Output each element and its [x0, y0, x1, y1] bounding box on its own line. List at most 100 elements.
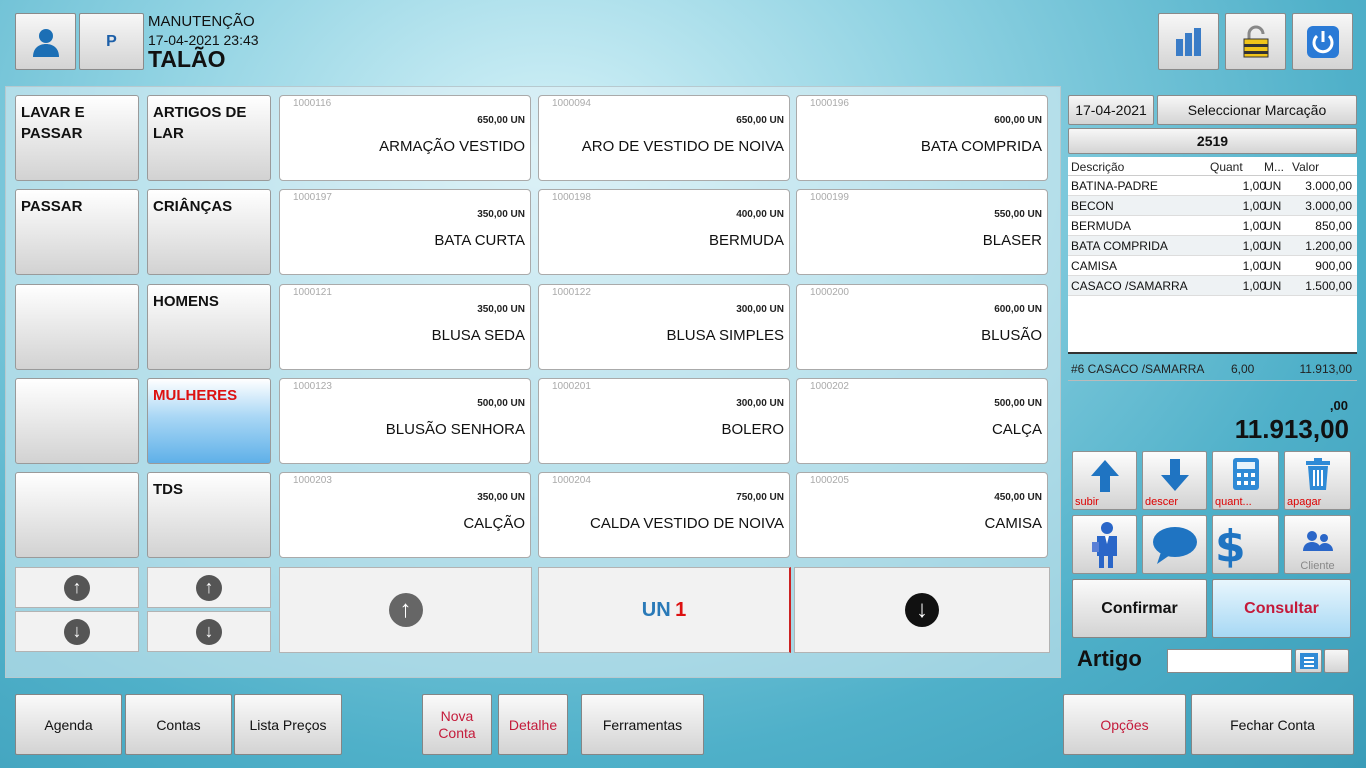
category-button[interactable] — [15, 472, 139, 558]
category-button[interactable]: HOMENS — [147, 284, 271, 370]
tools-button[interactable]: Ferramentas — [581, 694, 704, 755]
artigo-input[interactable] — [1167, 649, 1292, 673]
confirm-label: Confirmar — [1101, 599, 1178, 617]
cat-col1-up-button[interactable]: ↑ — [15, 567, 139, 608]
delete-button[interactable]: apagar — [1284, 451, 1351, 510]
table-row[interactable]: CASACO /SAMARRA 1,00 UN 1.500,00 — [1068, 276, 1357, 296]
options-button[interactable]: Opções — [1063, 694, 1186, 755]
product-tile[interactable]: 1000202 500,00 UN CALÇA — [796, 378, 1048, 464]
message-button[interactable] — [1142, 515, 1207, 574]
confirm-button[interactable]: Confirmar — [1072, 579, 1207, 638]
row-qty: 1,00 — [1242, 179, 1266, 193]
product-tile[interactable]: 1000199 550,00 UN BLASER — [796, 189, 1048, 275]
row-m: UN — [1264, 239, 1282, 253]
category-button[interactable]: MULHERES — [147, 378, 271, 464]
unit-qty-button[interactable]: UN 1 — [538, 567, 791, 653]
product-price: 350,00 UN — [477, 492, 525, 503]
product-tile[interactable]: 1000204 750,00 UN CALDA VESTIDO DE NOIVA — [538, 472, 790, 558]
category-label: ARTIGOS DE LAR — [153, 104, 247, 142]
product-tile[interactable]: 1000116 650,00 UN ARMAÇÃO VESTIDO — [279, 95, 531, 181]
category-button[interactable]: TDS — [147, 472, 271, 558]
contas-button[interactable]: Contas — [125, 694, 232, 755]
new-account-button[interactable]: Nova Conta — [422, 694, 492, 755]
table-row[interactable]: BECON 1,00 UN 3.000,00 — [1068, 196, 1357, 216]
items-up-button[interactable]: ↑ — [279, 567, 532, 653]
cat-col2-up-button[interactable]: ↑ — [147, 567, 271, 608]
col-val: Valor — [1292, 160, 1320, 174]
product-code: 1000116 — [293, 98, 332, 109]
product-name: BLUSÃO SENHORA — [385, 421, 525, 438]
consult-button[interactable]: Consultar — [1212, 579, 1351, 638]
product-name: ARO DE VESTIDO DE NOIVA — [581, 138, 784, 155]
power-button[interactable] — [1292, 13, 1353, 70]
user-button[interactable] — [15, 13, 76, 70]
agenda-button[interactable]: Agenda — [15, 694, 122, 755]
table-row[interactable]: BATA COMPRIDA 1,00 UN 1.200,00 — [1068, 236, 1357, 256]
client-button[interactable]: Cliente — [1284, 515, 1351, 574]
list-icon — [1299, 653, 1318, 669]
product-tile[interactable]: 1000094 650,00 UN ARO DE VESTIDO DE NOIVA — [538, 95, 790, 181]
artigo-list-button[interactable] — [1295, 649, 1322, 673]
category-button[interactable]: ARTIGOS DE LAR — [147, 95, 271, 181]
category-button[interactable] — [15, 284, 139, 370]
lock-button[interactable] — [1225, 13, 1286, 70]
user-icon — [32, 28, 59, 57]
table-row[interactable]: BATINA-PADRE 1,00 UN 3.000,00 — [1068, 176, 1357, 196]
product-tile[interactable]: 1000122 300,00 UN BLUSA SIMPLES — [538, 284, 790, 370]
product-price: 600,00 UN — [994, 304, 1042, 315]
product-tile[interactable]: 1000196 600,00 UN BATA COMPRIDA — [796, 95, 1048, 181]
move-down-button[interactable]: descer — [1142, 451, 1207, 510]
product-code: 1000122 — [552, 287, 591, 298]
product-name: CALÇÃO — [463, 515, 525, 532]
table-row[interactable]: BERMUDA 1,00 UN 850,00 — [1068, 216, 1357, 236]
row-qty: 1,00 — [1242, 259, 1266, 273]
product-tile[interactable]: 1000200 600,00 UN BLUSÃO — [796, 284, 1048, 370]
move-up-button[interactable]: subir — [1072, 451, 1137, 510]
select-booking-button[interactable]: Seleccionar Marcação — [1157, 95, 1357, 125]
arrow-down-icon: ↓ — [905, 593, 939, 627]
detail-button[interactable]: Detalhe — [498, 694, 568, 755]
product-tile[interactable]: 1000205 450,00 UN CAMISA — [796, 472, 1048, 558]
tools-label: Ferramentas — [602, 716, 683, 733]
operator-button[interactable]: P — [79, 13, 144, 70]
product-tile[interactable]: 1000123 500,00 UN BLUSÃO SENHORA — [279, 378, 531, 464]
product-name: CALDA VESTIDO DE NOIVA — [590, 515, 784, 532]
product-tile[interactable]: 1000201 300,00 UN BOLERO — [538, 378, 790, 464]
product-tile[interactable]: 1000198 400,00 UN BERMUDA — [538, 189, 790, 275]
row-desc: BATA COMPRIDA — [1071, 239, 1168, 253]
product-code: 1000196 — [810, 98, 849, 109]
cat-col1-down-button[interactable]: ↓ — [15, 611, 139, 652]
doc-number-value: 2519 — [1196, 133, 1229, 149]
product-code: 1000201 — [552, 381, 591, 392]
category-label: LAVAR E PASSAR — [21, 104, 85, 142]
arrow-up-icon: ↑ — [388, 593, 423, 627]
date-field[interactable]: 17-04-2021 — [1068, 95, 1154, 125]
price-list-label: Lista Preços — [249, 716, 327, 733]
product-tile[interactable]: 1000121 350,00 UN BLUSA SEDA — [279, 284, 531, 370]
summary-row: #6 CASACO /SAMARRA 6,00 11.913,00 — [1068, 357, 1357, 381]
cat-col2-down-button[interactable]: ↓ — [147, 611, 271, 652]
category-button[interactable]: PASSAR — [15, 189, 139, 275]
category-button[interactable]: CRIÂNÇAS — [147, 189, 271, 275]
col-m: M... — [1264, 160, 1284, 174]
arrow-down-icon — [1161, 459, 1189, 491]
payment-button[interactable]: $ — [1212, 515, 1279, 574]
items-down-button[interactable]: ↓ — [794, 567, 1050, 653]
artigo-extra-button[interactable] — [1324, 649, 1349, 673]
category-button[interactable] — [15, 378, 139, 464]
product-tile[interactable]: 1000203 350,00 UN CALÇÃO — [279, 472, 531, 558]
stats-button[interactable] — [1158, 13, 1219, 70]
calculator-icon — [1233, 458, 1259, 490]
new-account-label: Nova Conta — [438, 707, 476, 741]
table-row[interactable]: CAMISA 1,00 UN 900,00 — [1068, 256, 1357, 276]
product-name: BLUSÃO — [981, 327, 1042, 344]
price-list-button[interactable]: Lista Preços — [234, 694, 342, 755]
speech-bubble-icon — [1153, 527, 1197, 564]
category-button[interactable]: LAVAR E PASSAR — [15, 95, 139, 181]
artigo-label: Artigo — [1077, 646, 1142, 671]
close-account-button[interactable]: Fechar Conta — [1191, 694, 1354, 755]
product-tile[interactable]: 1000197 350,00 UN BATA CURTA — [279, 189, 531, 275]
quantity-button[interactable]: quant... — [1212, 451, 1279, 510]
row-m: UN — [1264, 279, 1282, 293]
waiter-button[interactable] — [1072, 515, 1137, 574]
